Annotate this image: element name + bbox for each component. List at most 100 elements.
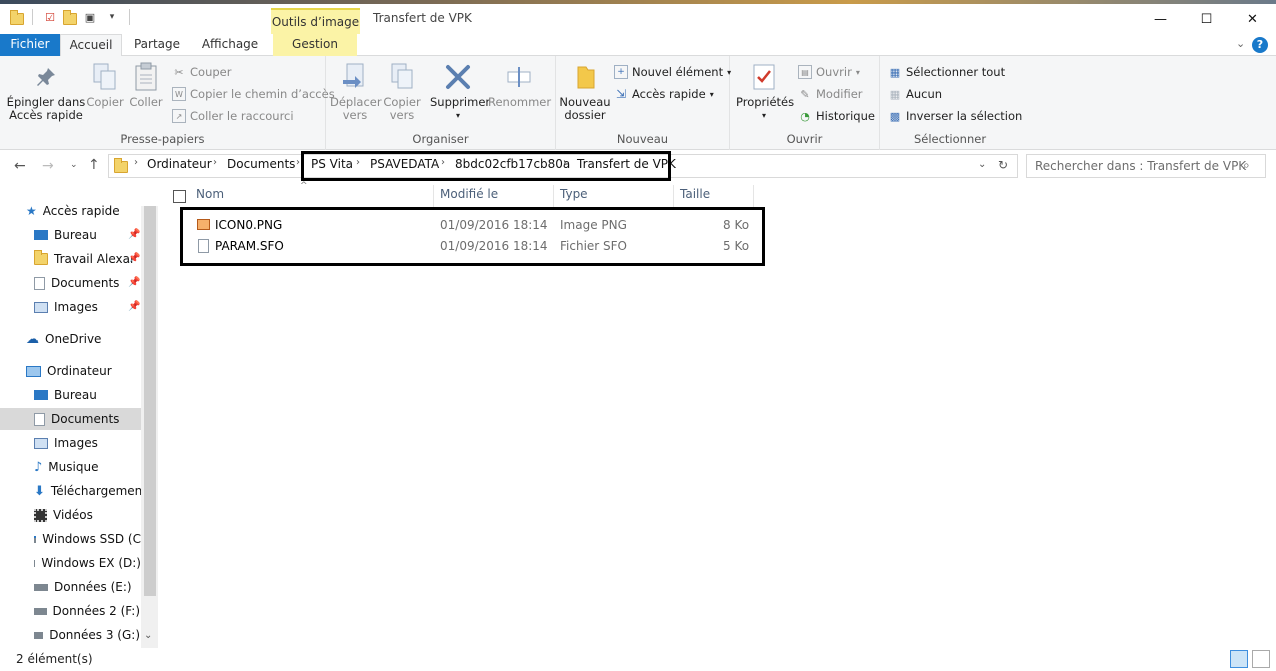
nav-qa-work[interactable]: Travail Alexar xyxy=(34,248,140,270)
nav-computer[interactable]: Ordinateur xyxy=(26,360,112,382)
back-button[interactable]: ← xyxy=(14,158,26,174)
nav-drive-f[interactable]: Données 2 (F:) xyxy=(34,600,140,622)
pin-icon[interactable]: 📌 xyxy=(128,253,140,264)
paste-shortcut-button[interactable]: ↗ Coller le raccourci xyxy=(172,107,294,125)
nav-pc-music[interactable]: ♪ Musique xyxy=(34,456,140,478)
nav-drive-c[interactable]: Windows SSD (C xyxy=(34,528,141,550)
maximize-button[interactable]: ☐ xyxy=(1184,6,1229,32)
copy-path-button[interactable]: W Copier le chemin d’accès xyxy=(172,85,335,103)
move-to-button[interactable]: Déplacer vers xyxy=(330,62,382,122)
open-button[interactable]: ▤ Ouvrir ▾ xyxy=(798,63,860,81)
select-none-button[interactable]: ▦ Aucun xyxy=(888,85,942,103)
customize-qat-icon[interactable]: ▣ xyxy=(81,8,99,26)
chevron-down-icon[interactable]: ⌄ xyxy=(144,630,152,641)
history-label: Historique xyxy=(816,109,875,123)
nav-drive-d[interactable]: Windows EX (D:) xyxy=(34,552,141,574)
tab-share[interactable]: Partage xyxy=(126,34,188,56)
paste-button[interactable]: Coller xyxy=(126,62,166,109)
select-all-button[interactable]: ▦ Sélectionner tout xyxy=(888,63,1005,81)
search-input[interactable]: Rechercher dans : Transfert de VPK xyxy=(1026,154,1266,178)
properties-button[interactable]: Propriétés ▾ xyxy=(736,62,794,122)
column-header-modified[interactable]: Modifié le xyxy=(440,187,498,201)
desktop-icon xyxy=(34,390,48,400)
chevron-down-icon[interactable]: ⌄ xyxy=(1236,37,1245,50)
new-item-button[interactable]: + Nouvel élément ▾ xyxy=(614,63,731,81)
select-all-checkbox[interactable] xyxy=(173,190,186,203)
delete-button[interactable]: Supprimer ▾ xyxy=(430,62,490,122)
copy-icon xyxy=(90,62,120,92)
column-divider[interactable] xyxy=(673,185,674,207)
chevron-down-icon[interactable]: ▾ xyxy=(736,109,792,122)
search-icon[interactable]: ⌕ xyxy=(1243,158,1250,173)
history-button[interactable]: ◔ Historique xyxy=(798,107,875,125)
new-folder-label-2: dossier xyxy=(564,108,606,122)
paste-shortcut-icon: ↗ xyxy=(172,109,186,123)
rename-label: Renommer xyxy=(488,95,552,109)
drive-icon xyxy=(34,583,48,591)
cut-button[interactable]: ✂ Couper xyxy=(172,63,231,81)
large-icons-view-button[interactable] xyxy=(1252,650,1270,668)
details-view-button[interactable] xyxy=(1230,650,1248,668)
pin-quick-access-button[interactable]: Épingler dans Accès rapide xyxy=(6,62,86,122)
forward-button[interactable]: → xyxy=(42,158,54,174)
tab-view[interactable]: Affichage xyxy=(194,34,266,56)
copy-to-button[interactable]: Copier vers xyxy=(380,62,424,122)
tab-home[interactable]: Accueil xyxy=(60,34,122,57)
nav-label: Téléchargement xyxy=(50,484,141,498)
move-to-label-2: vers xyxy=(342,108,368,122)
nav-quick-access[interactable]: ★ Accès rapide xyxy=(26,200,120,222)
new-folder-button[interactable]: Nouveau dossier xyxy=(558,62,612,122)
minimize-button[interactable]: — xyxy=(1138,6,1183,32)
nav-onedrive[interactable]: ☁ OneDrive xyxy=(26,328,101,350)
copy-to-label-2: vers xyxy=(389,108,415,122)
pin-icon[interactable]: 📌 xyxy=(128,301,140,312)
pin-icon[interactable]: 📌 xyxy=(128,229,140,240)
windows-drive-icon xyxy=(34,535,37,543)
nav-drive-g[interactable]: Données 3 (G:) xyxy=(34,624,140,646)
edit-button[interactable]: ✎ Modifier xyxy=(798,85,863,103)
column-header-name[interactable]: Nom xyxy=(196,187,224,201)
rename-button[interactable]: Renommer xyxy=(488,62,552,109)
tab-manage[interactable]: Gestion xyxy=(273,34,357,56)
item-count: 2 élément(s) xyxy=(16,652,93,666)
easy-access-button[interactable]: ⇲ Accès rapide ▾ xyxy=(614,85,714,103)
column-divider[interactable] xyxy=(753,185,754,207)
chevron-down-icon[interactable]: ⌄ xyxy=(978,159,986,170)
nav-drive-e[interactable]: Données (E:) xyxy=(34,576,140,598)
pin-icon[interactable]: 📌 xyxy=(128,277,140,288)
invert-selection-button[interactable]: ▩ Inverser la sélection xyxy=(888,107,1023,125)
chevron-down-icon[interactable]: ▾ xyxy=(430,109,486,122)
column-header-type[interactable]: Type xyxy=(560,187,588,201)
chevron-right-icon: › xyxy=(213,157,217,168)
refresh-icon[interactable]: ↻ xyxy=(998,158,1008,172)
divider xyxy=(129,9,130,25)
up-button[interactable]: ↑ xyxy=(88,157,100,173)
group-open: Propriétés ▾ ▤ Ouvrir ▾ ✎ Modifier ◔ His… xyxy=(730,56,880,150)
nav-qa-documents[interactable]: Documents xyxy=(34,272,140,294)
new-folder-icon[interactable] xyxy=(63,10,77,25)
nav-pc-images[interactable]: Images xyxy=(34,432,140,454)
column-divider[interactable] xyxy=(433,185,434,207)
edit-label: Modifier xyxy=(816,87,863,101)
nav-pc-documents[interactable]: Documents xyxy=(0,408,141,430)
close-button[interactable]: ✕ xyxy=(1230,6,1275,32)
history-icon: ◔ xyxy=(800,109,810,123)
nav-label: Images xyxy=(54,436,98,450)
crumb-documents[interactable]: Documents xyxy=(227,157,295,171)
crumb-computer[interactable]: Ordinateur xyxy=(147,157,212,171)
column-divider[interactable] xyxy=(553,185,554,207)
copy-button[interactable]: Copier xyxy=(86,62,124,109)
nav-scrollbar-thumb[interactable] xyxy=(144,206,156,596)
nav-pc-desktop[interactable]: Bureau xyxy=(34,384,140,406)
column-header-size[interactable]: Taille xyxy=(680,187,710,201)
nav-pc-videos[interactable]: Vidéos xyxy=(34,504,140,526)
help-icon[interactable]: ? xyxy=(1252,37,1268,53)
tab-file[interactable]: Fichier xyxy=(0,34,60,56)
chevron-down-icon[interactable]: ▾ xyxy=(103,8,121,26)
nav-qa-images[interactable]: Images xyxy=(34,296,140,318)
nav-qa-desktop[interactable]: Bureau xyxy=(34,224,140,246)
properties-icon[interactable]: ☑ xyxy=(41,8,59,26)
nav-pc-downloads[interactable]: ⬇ Téléchargement xyxy=(34,480,141,502)
recent-locations-button[interactable]: ⌄ xyxy=(70,160,78,170)
ribbon-tabs: Fichier Accueil Partage Affichage Gestio… xyxy=(0,34,1276,57)
